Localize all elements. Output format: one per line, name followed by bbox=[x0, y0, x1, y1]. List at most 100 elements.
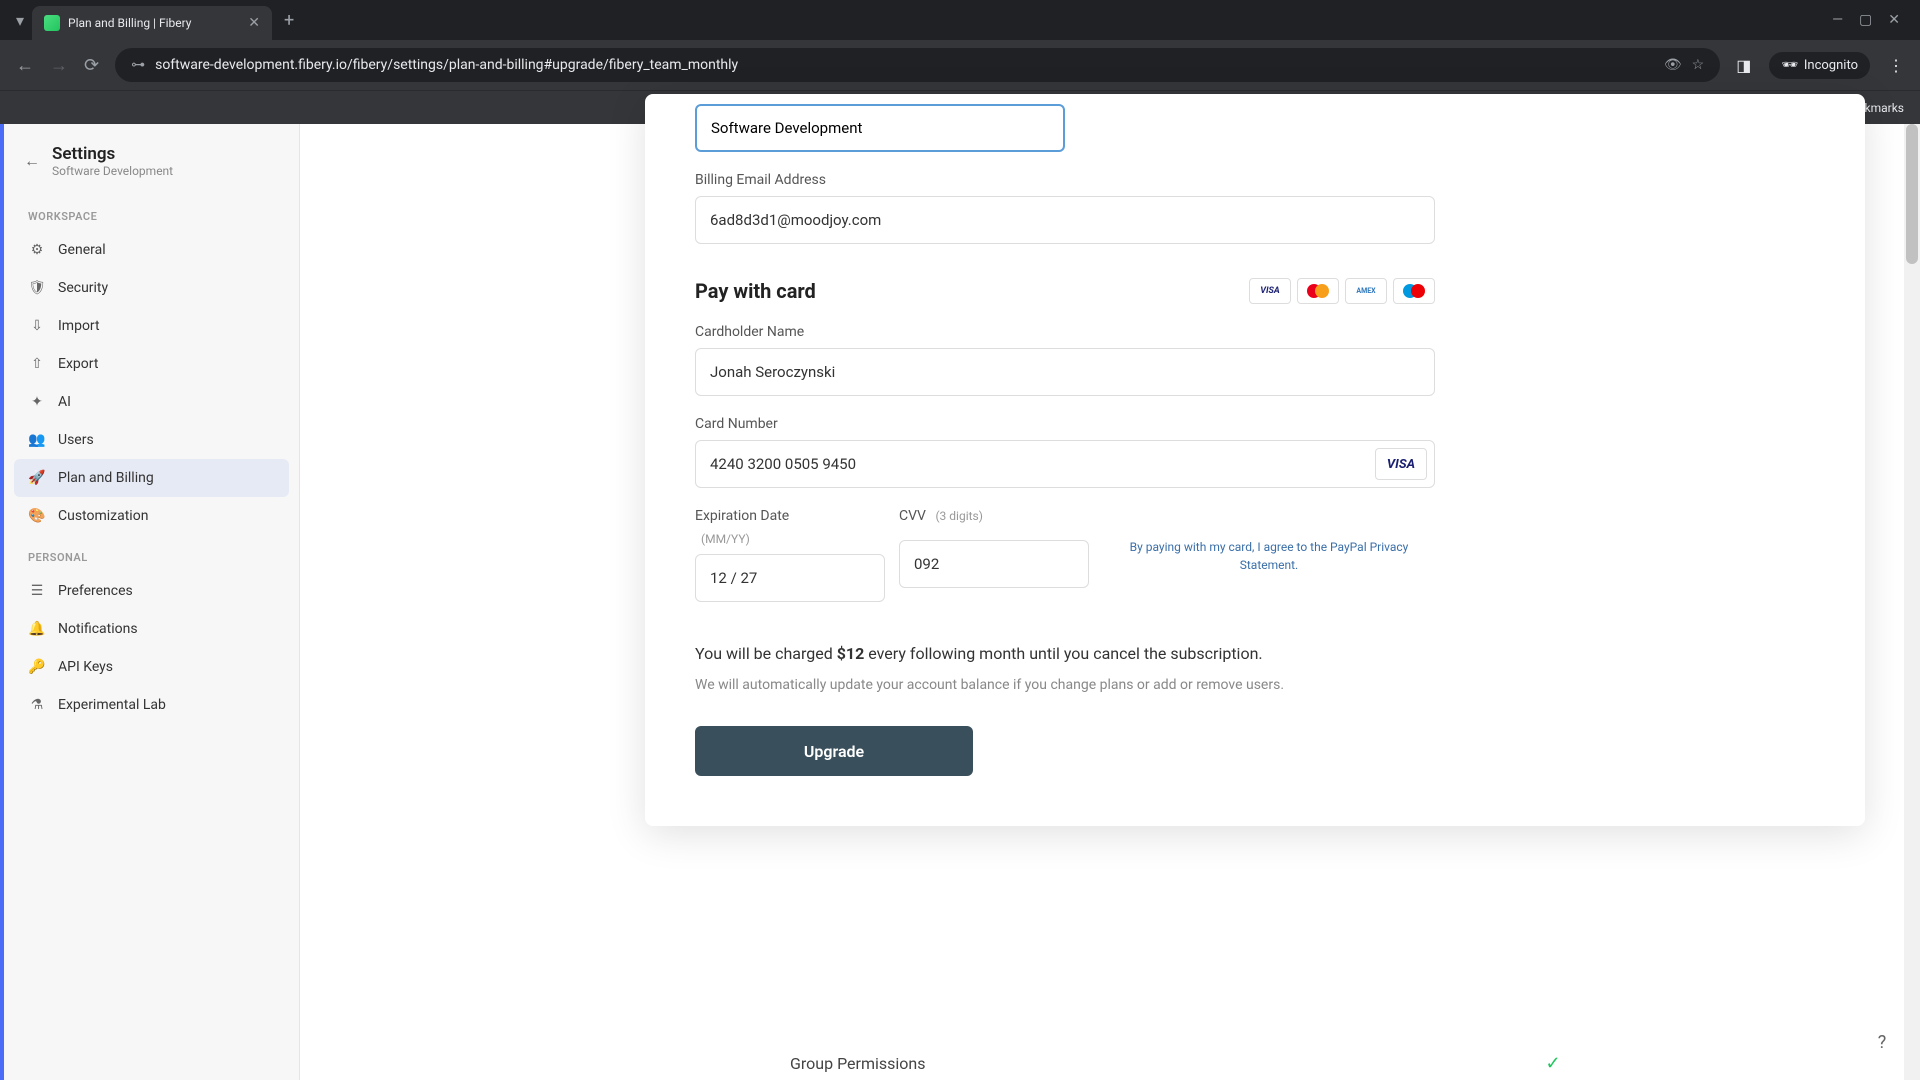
address-bar: ← → ⟳ ⊶ software-development.fibery.io/f… bbox=[0, 40, 1920, 90]
bell-icon: 🔔 bbox=[28, 620, 46, 638]
sidebar-item-general[interactable]: ⚙ General bbox=[14, 231, 289, 269]
close-tab-icon[interactable]: ✕ bbox=[248, 15, 260, 31]
new-tab-button[interactable]: + bbox=[272, 10, 306, 31]
browser-tab[interactable]: Plan and Billing | Fibery ✕ bbox=[32, 6, 272, 40]
download-icon: ⇩ bbox=[28, 317, 46, 335]
browser-menu-icon[interactable]: ⋮ bbox=[1888, 56, 1904, 75]
shield-icon: 🛡 bbox=[28, 279, 46, 297]
sidebar-item-label: Notifications bbox=[58, 621, 138, 637]
sparkle-icon: ✦ bbox=[28, 393, 46, 411]
reload-button[interactable]: ⟳ bbox=[84, 55, 99, 76]
sidebar-section-personal: PERSONAL bbox=[14, 535, 289, 572]
sidebar-item-security[interactable]: 🛡 Security bbox=[14, 269, 289, 307]
sidebar-item-plan-billing[interactable]: 🚀 Plan and Billing bbox=[14, 459, 289, 497]
upload-icon: ⇧ bbox=[28, 355, 46, 373]
card-number-label: Card Number bbox=[695, 416, 1435, 432]
eye-off-icon[interactable]: 👁 bbox=[1664, 57, 1682, 73]
sidebar-item-label: Customization bbox=[58, 508, 148, 524]
sidebar-item-label: Security bbox=[58, 280, 108, 296]
mastercard-logo-icon bbox=[1297, 278, 1339, 304]
palette-icon: 🎨 bbox=[28, 507, 46, 525]
check-icon: ✓ bbox=[1546, 1053, 1561, 1074]
sidebar-title: Settings bbox=[52, 144, 173, 164]
cvv-label: CVV (3 digits) bbox=[899, 508, 1089, 524]
card-number-input[interactable] bbox=[695, 440, 1435, 488]
incognito-label: Incognito bbox=[1804, 58, 1858, 73]
key-icon: 🔑 bbox=[28, 658, 46, 676]
sidebar-section-workspace: WORKSPACE bbox=[14, 194, 289, 231]
card-brand-icon: VISA bbox=[1375, 448, 1427, 480]
page-content: ← Settings Software Development WORKSPAC… bbox=[0, 124, 1920, 1080]
url-bar[interactable]: ⊶ software-development.fibery.io/fibery/… bbox=[115, 48, 1720, 82]
tab-title: Plan and Billing | Fibery bbox=[68, 16, 240, 30]
users-icon: 👥 bbox=[28, 431, 46, 449]
sidebar-subtitle: Software Development bbox=[52, 164, 173, 178]
site-settings-icon[interactable]: ⊶ bbox=[131, 57, 145, 73]
sidebar-item-label: General bbox=[58, 242, 106, 258]
incognito-icon: 🕶 bbox=[1781, 58, 1798, 73]
cvv-input[interactable] bbox=[899, 540, 1089, 588]
favicon-icon bbox=[44, 15, 60, 31]
billing-email-input[interactable] bbox=[695, 196, 1435, 244]
maestro-logo-icon bbox=[1393, 278, 1435, 304]
expiration-hint: (MM/YY) bbox=[701, 532, 885, 546]
tab-strip: ▾ Plan and Billing | Fibery ✕ + — ▢ ✕ bbox=[0, 0, 1920, 40]
back-button[interactable]: ← bbox=[16, 55, 34, 76]
visa-logo-icon: VISA bbox=[1249, 278, 1291, 304]
incognito-badge[interactable]: 🕶 Incognito bbox=[1769, 52, 1870, 79]
sidebar-item-label: Plan and Billing bbox=[58, 470, 154, 486]
url-text: software-development.fibery.io/fibery/se… bbox=[155, 57, 1654, 73]
sidebar-item-ai[interactable]: ✦ AI bbox=[14, 383, 289, 421]
sidebar-item-label: Experimental Lab bbox=[58, 697, 166, 713]
amex-logo-icon: AMEX bbox=[1345, 278, 1387, 304]
sidebar-item-notifications[interactable]: 🔔 Notifications bbox=[14, 610, 289, 648]
paypal-agreement-text: By paying with my card, I agree to the P… bbox=[1103, 508, 1435, 574]
sliders-icon: ☰ bbox=[28, 582, 46, 600]
group-permissions-row: Group Permissions ✓ bbox=[790, 1053, 1561, 1074]
cardholder-label: Cardholder Name bbox=[695, 324, 1435, 340]
company-name-input[interactable] bbox=[695, 104, 1065, 152]
sidebar-item-label: AI bbox=[58, 394, 71, 410]
minimize-icon[interactable]: — bbox=[1832, 12, 1843, 28]
balance-fine-print: We will automatically update your accoun… bbox=[695, 675, 1295, 696]
accepted-cards: VISA AMEX bbox=[1249, 278, 1435, 304]
sidebar-header: ← Settings Software Development bbox=[14, 144, 289, 194]
gear-icon: ⚙ bbox=[28, 241, 46, 259]
sidebar-item-preferences[interactable]: ☰ Preferences bbox=[14, 572, 289, 610]
back-arrow-icon[interactable]: ← bbox=[24, 151, 40, 171]
rocket-icon: 🚀 bbox=[28, 469, 46, 487]
sidebar-item-api-keys[interactable]: 🔑 API Keys bbox=[14, 648, 289, 686]
sidebar-item-experimental[interactable]: ⚗ Experimental Lab bbox=[14, 686, 289, 724]
email-label: Billing Email Address bbox=[695, 172, 1815, 188]
main-area: % Pay monthly w Billing Email Address Pa… bbox=[300, 124, 1920, 1080]
pay-with-card-heading: Pay with card bbox=[695, 279, 816, 303]
charge-summary: You will be charged $12 every following … bbox=[695, 644, 1815, 663]
upgrade-button[interactable]: Upgrade bbox=[695, 726, 973, 776]
side-panel-icon[interactable]: ◨ bbox=[1736, 56, 1751, 75]
tab-search-dropdown[interactable]: ▾ bbox=[8, 11, 32, 30]
sidebar-item-label: Import bbox=[58, 318, 100, 334]
expiration-label: Expiration Date bbox=[695, 508, 885, 524]
upgrade-modal: Billing Email Address Pay with card VISA… bbox=[645, 94, 1865, 826]
sidebar-item-export[interactable]: ⇧ Export bbox=[14, 345, 289, 383]
scrollbar-thumb[interactable] bbox=[1906, 124, 1918, 264]
window-controls: — ▢ ✕ bbox=[1820, 12, 1912, 28]
flask-icon: ⚗ bbox=[28, 696, 46, 714]
settings-sidebar: ← Settings Software Development WORKSPAC… bbox=[0, 124, 300, 1080]
cardholder-name-input[interactable] bbox=[695, 348, 1435, 396]
help-button[interactable]: ? bbox=[1868, 1028, 1896, 1056]
close-window-icon[interactable]: ✕ bbox=[1888, 12, 1900, 28]
forward-button[interactable]: → bbox=[50, 55, 68, 76]
bookmark-star-icon[interactable]: ☆ bbox=[1692, 57, 1705, 73]
sidebar-item-users[interactable]: 👥 Users bbox=[14, 421, 289, 459]
maximize-icon[interactable]: ▢ bbox=[1859, 12, 1872, 28]
sidebar-item-label: API Keys bbox=[58, 659, 113, 675]
sidebar-item-label: Users bbox=[58, 432, 94, 448]
sidebar-item-import[interactable]: ⇩ Import bbox=[14, 307, 289, 345]
sidebar-item-label: Preferences bbox=[58, 583, 133, 599]
sidebar-item-label: Export bbox=[58, 356, 98, 372]
scrollbar-track[interactable] bbox=[1904, 124, 1920, 1080]
sidebar-item-customization[interactable]: 🎨 Customization bbox=[14, 497, 289, 535]
group-permissions-label: Group Permissions bbox=[790, 1054, 926, 1073]
expiration-input[interactable] bbox=[695, 554, 885, 602]
